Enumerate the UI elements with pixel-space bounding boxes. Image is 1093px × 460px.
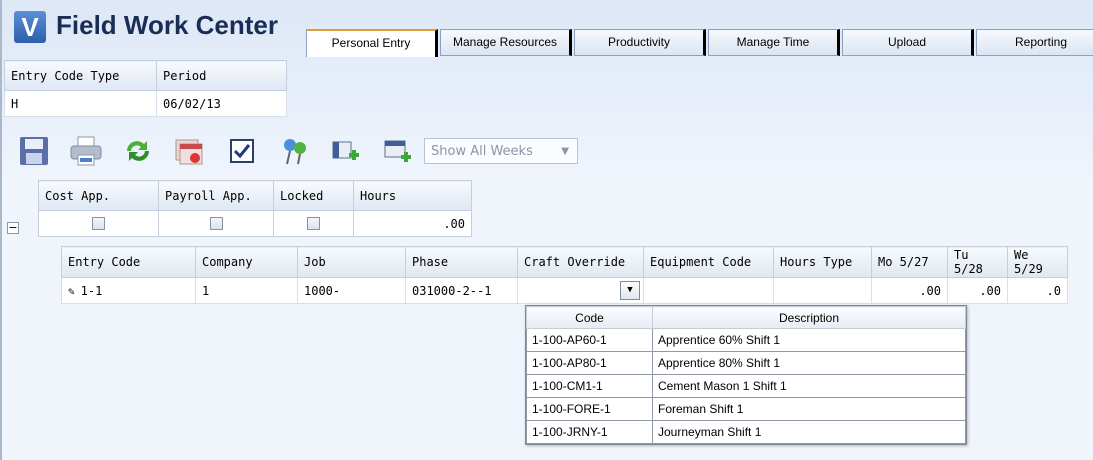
list-item[interactable]: 1-100-JRNY-1 Journeyman Shift 1	[526, 420, 966, 444]
toolbar: Show All Weeks ▼	[16, 131, 578, 171]
calendar-icon[interactable]	[172, 133, 208, 169]
hours-type-cell[interactable]	[773, 277, 872, 304]
period-value[interactable]: 06/02/13	[156, 90, 287, 117]
dropdown-code: 1-100-AP80-1	[526, 351, 653, 375]
entry-code-cell[interactable]: ✎ 1-1	[61, 277, 196, 304]
dropdown-description: Cement Mason 1 Shift 1	[652, 374, 966, 398]
col-locked: Locked	[273, 180, 354, 211]
col-mo: Mo 5/27	[871, 246, 948, 278]
app-title: Field Work Center	[56, 10, 279, 40]
tab-manage-time[interactable]: Manage Time	[708, 29, 840, 56]
dropdown-col-code: Code	[526, 306, 653, 329]
add-column-icon[interactable]	[328, 133, 364, 169]
col-cost-app: Cost App.	[38, 180, 159, 211]
mo-hours-cell[interactable]: .00	[871, 277, 948, 304]
refresh-icon[interactable]	[120, 133, 156, 169]
dropdown-description: Apprentice 80% Shift 1	[652, 351, 966, 375]
entry-code-type-value[interactable]: H	[4, 90, 157, 117]
checkbox-icon[interactable]	[224, 133, 260, 169]
company-cell[interactable]: 1	[195, 277, 298, 304]
col-entry-code-type: Entry Code Type	[4, 60, 157, 91]
dropdown-code: 1-100-AP60-1	[526, 328, 653, 352]
edit-pencil-icon: ✎	[68, 284, 75, 298]
app-logo: V	[14, 11, 46, 43]
tab-bar: Personal Entry Manage Resources Producti…	[306, 29, 1093, 57]
collapse-toggle-icon[interactable]: −	[7, 222, 19, 234]
dropdown-col-description: Description	[652, 306, 966, 329]
tab-productivity[interactable]: Productivity	[574, 29, 706, 56]
tab-personal-entry[interactable]: Personal Entry	[306, 29, 438, 57]
col-payroll-app: Payroll App.	[158, 180, 274, 211]
chevron-down-icon: ▼	[561, 145, 569, 157]
entry-lines-grid: Entry Code Company Job Phase Craft Overr…	[61, 246, 1068, 304]
col-craft-override: Craft Override	[517, 246, 644, 278]
print-icon[interactable]	[68, 133, 104, 169]
dropdown-code: 1-100-FORE-1	[526, 397, 653, 421]
tab-manage-resources[interactable]: Manage Resources	[440, 29, 572, 56]
list-item[interactable]: 1-100-AP60-1 Apprentice 60% Shift 1	[526, 328, 966, 352]
dropdown-description: Foreman Shift 1	[652, 397, 966, 421]
col-we: We 5/29	[1007, 246, 1068, 278]
equipment-code-cell[interactable]	[643, 277, 774, 304]
hours-total: .00	[353, 210, 472, 237]
col-job: Job	[297, 246, 406, 278]
dropdown-description: Journeyman Shift 1	[652, 420, 966, 444]
field-work-center-window: V Field Work Center Personal Entry Manag…	[0, 0, 1093, 460]
craft-dropdown-button[interactable]: ▼	[620, 281, 640, 300]
craft-override-dropdown: Code Description 1-100-AP60-1 Apprentice …	[525, 305, 967, 445]
tab-reporting[interactable]: Reporting	[976, 29, 1093, 56]
craft-override-cell[interactable]: ▼	[517, 277, 644, 304]
phase-cell[interactable]: 031000-2--1	[405, 277, 518, 304]
cost-app-cell	[38, 210, 159, 237]
tu-hours-cell[interactable]: .00	[947, 277, 1008, 304]
locked-cell	[273, 210, 354, 237]
list-item[interactable]: 1-100-CM1-1 Cement Mason 1 Shift 1	[526, 374, 966, 398]
week-filter-select[interactable]: Show All Weeks ▼	[424, 138, 578, 164]
tab-upload[interactable]: Upload	[842, 29, 974, 56]
approval-grid: Cost App. Payroll App. Locked Hours .00	[38, 180, 472, 237]
entry-code-value: 1-1	[80, 283, 103, 298]
dropdown-code: 1-100-CM1-1	[526, 374, 653, 398]
job-cell[interactable]: 1000-	[297, 277, 406, 304]
payroll-app-checkbox[interactable]	[209, 217, 223, 230]
payroll-app-cell	[158, 210, 274, 237]
col-entry-code: Entry Code	[61, 246, 196, 278]
pin-icon[interactable]	[276, 133, 312, 169]
entry-code-type-grid: Entry Code Type Period H 06/02/13	[4, 60, 287, 117]
add-row-icon[interactable]	[380, 133, 416, 169]
save-icon[interactable]	[16, 133, 52, 169]
locked-checkbox[interactable]	[307, 217, 320, 230]
dropdown-code: 1-100-JRNY-1	[526, 420, 653, 444]
col-phase: Phase	[405, 246, 518, 278]
col-equipment-code: Equipment Code	[643, 246, 774, 278]
week-filter-value: Show All Weeks	[431, 143, 533, 159]
list-item[interactable]: 1-100-FORE-1 Foreman Shift 1	[526, 397, 966, 421]
dropdown-description: Apprentice 60% Shift 1	[652, 328, 966, 352]
we-hours-cell[interactable]: .0	[1007, 277, 1068, 304]
col-hours-type: Hours Type	[773, 246, 872, 278]
cost-app-checkbox[interactable]	[92, 217, 105, 230]
table-row[interactable]: ✎ 1-1 1 1000- 031000-2--1 ▼ .00 .00 .0	[61, 277, 1068, 304]
list-item[interactable]: 1-100-AP80-1 Apprentice 80% Shift 1	[526, 351, 966, 375]
col-company: Company	[195, 246, 298, 278]
col-hours: Hours	[353, 180, 472, 211]
col-period: Period	[156, 60, 287, 91]
col-tu: Tu 5/28	[947, 246, 1008, 278]
